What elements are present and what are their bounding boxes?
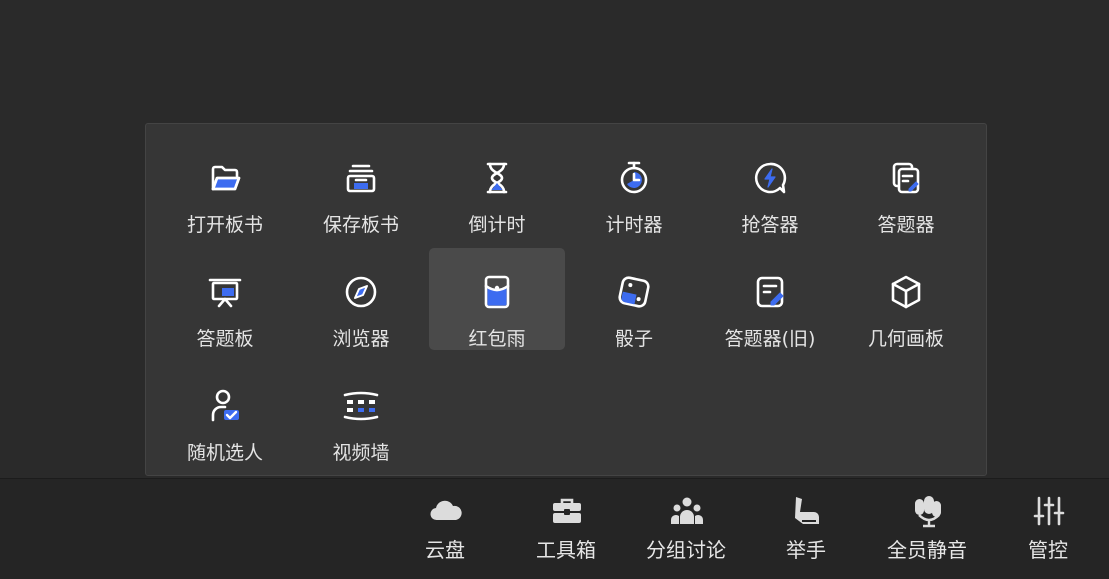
tool-label: 答题器(旧) xyxy=(724,328,816,350)
tool-label: 骰子 xyxy=(614,328,653,350)
tool-label: 答题器 xyxy=(877,214,935,236)
answer-sheet-old-icon xyxy=(750,272,790,312)
raise-hand-button[interactable]: 举手 xyxy=(751,479,861,579)
cube-icon xyxy=(886,272,926,312)
toolbar-label: 举手 xyxy=(786,538,826,562)
toolbar-label: 管控 xyxy=(1028,538,1068,562)
group-discussion-icon xyxy=(669,493,705,529)
tool-label: 计时器 xyxy=(605,214,663,236)
tool-label: 抢答器 xyxy=(741,214,799,236)
compass-icon xyxy=(341,272,381,312)
bottom-toolbar: 云盘 工具箱 分组讨论 举手 全员静音 管控 xyxy=(0,478,1109,579)
tool-label: 随机选人 xyxy=(186,442,263,464)
tool-label: 几何画板 xyxy=(867,328,944,350)
hourglass-icon xyxy=(477,158,517,198)
tool-label: 答题板 xyxy=(196,328,254,350)
tool-dice[interactable]: 骰子 xyxy=(566,248,702,350)
tool-answer-device[interactable]: 答题器 xyxy=(838,134,974,236)
tool-random-pick[interactable]: 随机选人 xyxy=(157,362,293,464)
archive-box-icon xyxy=(341,158,381,198)
toolbar-label: 全员静音 xyxy=(887,538,967,562)
toolbox-icon xyxy=(549,493,585,529)
folder-open-icon xyxy=(205,158,245,198)
mute-all-icon xyxy=(910,493,946,529)
tool-label: 红包雨 xyxy=(468,328,526,350)
tool-label: 浏览器 xyxy=(332,328,390,350)
toolbar-label: 分组讨论 xyxy=(646,538,726,562)
tool-label: 倒计时 xyxy=(468,214,526,236)
video-wall-icon xyxy=(341,386,381,426)
tool-geometry-board[interactable]: 几何画板 xyxy=(838,248,974,350)
controls-button[interactable]: 管控 xyxy=(993,479,1103,579)
tool-label: 打开板书 xyxy=(186,214,263,236)
dice-icon xyxy=(614,272,654,312)
toolbar-label: 云盘 xyxy=(425,538,465,562)
mute-all-button[interactable]: 全员静音 xyxy=(872,479,982,579)
tool-red-envelope-rain[interactable]: 红包雨 xyxy=(429,248,565,350)
tool-label: 保存板书 xyxy=(322,214,399,236)
cloud-icon xyxy=(428,493,464,529)
group-discussion-button[interactable]: 分组讨论 xyxy=(631,479,741,579)
cloud-drive-button[interactable]: 云盘 xyxy=(390,479,500,579)
toolbox-panel: 打开板书 保存板书 倒计时 计时器 抢答器 答题器 答题板 浏览器 红包雨 骰子… xyxy=(145,123,987,476)
tool-answer-board[interactable]: 答题板 xyxy=(157,248,293,350)
toolbox-button[interactable]: 工具箱 xyxy=(511,479,621,579)
tool-timer[interactable]: 计时器 xyxy=(566,134,702,236)
raise-hand-icon xyxy=(789,493,825,529)
answer-sheets-icon xyxy=(886,158,926,198)
tool-browser[interactable]: 浏览器 xyxy=(293,248,429,350)
classroom-screen: 打开板书 保存板书 倒计时 计时器 抢答器 答题器 答题板 浏览器 红包雨 骰子… xyxy=(0,0,1109,579)
buzzer-lightning-icon xyxy=(750,158,790,198)
tool-quick-answer[interactable]: 抢答器 xyxy=(702,134,838,236)
tool-open-board[interactable]: 打开板书 xyxy=(157,134,293,236)
tool-countdown[interactable]: 倒计时 xyxy=(429,134,565,236)
controls-sliders-icon xyxy=(1031,493,1067,529)
stopwatch-icon xyxy=(614,158,654,198)
toolbar-label: 工具箱 xyxy=(536,538,596,562)
tool-answer-device-old[interactable]: 答题器(旧) xyxy=(702,248,838,350)
tool-save-board[interactable]: 保存板书 xyxy=(293,134,429,236)
presentation-board-icon xyxy=(205,272,245,312)
red-envelope-icon xyxy=(477,272,517,312)
random-person-icon xyxy=(205,386,245,426)
tool-label: 视频墙 xyxy=(332,442,390,464)
tool-video-wall[interactable]: 视频墙 xyxy=(293,362,429,464)
